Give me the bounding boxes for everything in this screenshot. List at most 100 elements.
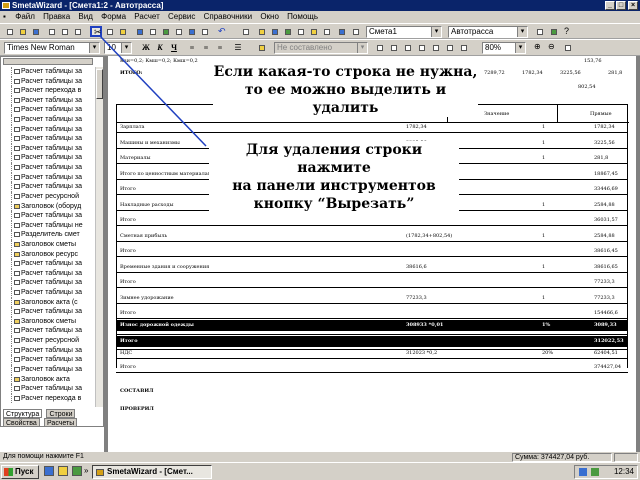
menu-form[interactable]: Форма [98,11,129,23]
align-center-icon[interactable]: ≡ [200,42,212,53]
maximize-button[interactable]: □ [616,1,626,10]
tree-item[interactable]: Заголовок сметы [3,239,95,250]
settings-icon[interactable] [321,26,333,37]
tree-item[interactable]: Расчет таблицы за [3,384,95,394]
new-icon[interactable] [4,26,16,37]
tree-item[interactable]: Расчет таблицы за [3,153,95,163]
tree-item[interactable]: Расчет перехода в [3,393,95,404]
export-icon[interactable] [308,26,320,37]
report-icon[interactable] [199,26,211,37]
selected-row[interactable]: Итого 312022,53 [116,335,628,346]
tree-item[interactable]: Расчет таблицы за [3,67,95,77]
tree-item[interactable]: Расчет таблицы за [3,95,95,106]
align-right-icon[interactable]: ≡ [214,42,226,53]
tree-item[interactable]: Расчет таблицы за [3,345,95,356]
chart-icon[interactable] [282,26,294,37]
menu-refs[interactable]: Справочники [201,11,255,23]
line-spacing-icon[interactable]: ☰ [232,42,244,53]
calculator-icon[interactable] [534,26,546,37]
font-select[interactable]: Times New Roman [4,42,100,54]
tree-item[interactable]: Заголовок акта (с [3,297,95,308]
calendar-icon[interactable] [548,26,560,37]
tree-item[interactable]: Заголовок акта [3,374,95,385]
color-icon[interactable] [256,42,268,53]
find-icon[interactable] [72,26,84,37]
tree-item[interactable]: Расчет таблицы за [3,278,95,288]
table-row[interactable]: Итого 77233,3 [116,277,628,287]
print-icon[interactable] [46,26,58,37]
network-icon[interactable] [579,468,587,476]
tree-item[interactable]: Расчет таблицы за [3,364,95,375]
numbering-icon[interactable] [444,42,456,53]
menu-view[interactable]: Вид [75,11,95,23]
save-icon[interactable] [30,26,42,37]
doc-menu-icon[interactable]: ▪ [0,11,10,23]
menu-window[interactable]: Окно [257,11,282,23]
tree-item[interactable]: Расчет таблицы за [3,355,95,365]
page-view-icon[interactable] [562,42,574,53]
tree-item[interactable]: Расчет таблицы за [3,268,95,279]
tree-item[interactable]: Расчет таблицы за [3,134,95,144]
border-icon[interactable] [388,42,400,53]
undo-icon[interactable]: ↶ [216,26,228,37]
refs-icon[interactable] [186,26,198,37]
merge-icon[interactable] [402,42,414,53]
tab-structure[interactable]: Структура [3,409,43,418]
status-select[interactable]: Не составлено [274,42,368,54]
tree-item[interactable]: Расчет таблицы за [3,76,95,87]
table-row[interactable]: Итого 36031,57 [116,215,628,225]
volume-icon[interactable] [591,468,599,476]
table-row[interactable]: Зимнее удорожание 77233,3 1 77233,3 [116,293,628,303]
grid-icon[interactable] [240,26,252,37]
tab-calcs[interactable]: Расчеты [43,418,78,427]
sort-icon[interactable] [458,42,470,53]
copy-icon[interactable] [104,26,116,37]
tree-item[interactable]: Расчет ресурсной [3,191,95,202]
chevron-icon[interactable]: » [84,466,88,475]
delete-row-icon[interactable] [147,26,159,37]
insert-row-icon[interactable] [134,26,146,37]
tree-item[interactable]: Расчет таблицы за [3,172,95,183]
page-setup-icon[interactable] [430,42,442,53]
tree-item[interactable]: Расчет таблицы за [3,124,95,135]
menu-service[interactable]: Сервис [165,11,198,23]
calc-icon[interactable] [173,26,185,37]
menu-calc[interactable]: Расчет [131,11,162,23]
align-left-icon[interactable]: ≡ [186,42,198,53]
tab-properties[interactable]: Свойства [3,418,40,427]
zoom-select[interactable]: 80% [482,42,526,54]
list-icon[interactable] [295,26,307,37]
menu-help[interactable]: Помощь [284,11,321,23]
tree-item[interactable]: Заголовок (оборуд [3,201,95,212]
zoom-in-icon[interactable]: ⊕ [532,42,544,53]
browser-icon[interactable] [44,466,54,476]
tree-item[interactable]: Заголовок ресурс [3,249,95,260]
table-row[interactable]: НДС 312023 *0,2 20% 62404,51 [116,348,628,358]
close-button[interactable]: × [628,1,638,10]
page-icon[interactable] [416,42,428,53]
italic-button[interactable]: К [154,42,166,53]
minimize-button[interactable]: _ [605,1,615,10]
tree-item[interactable]: Заголовок сметы [3,316,95,327]
preview-icon[interactable] [59,26,71,37]
open-icon[interactable] [17,26,29,37]
font-size-select[interactable]: 10 [104,42,132,54]
tree-item[interactable]: Расчет таблицы за [3,288,95,298]
tree-item[interactable]: Расчет таблицы за [3,182,95,192]
table-row[interactable]: Итого 374427,04 [116,362,628,372]
fill-icon[interactable] [374,42,386,53]
tree-item[interactable]: Разделитель смет [3,230,95,240]
info-icon[interactable] [336,26,348,37]
tab-rows[interactable]: Строки [46,409,76,418]
scrollbar-thumb[interactable] [96,69,103,99]
tree-item[interactable]: Расчет таблицы за [3,211,95,221]
tree-item[interactable]: Расчет таблицы за [3,115,95,125]
tree-item[interactable]: Расчет таблицы за [3,105,95,115]
object-icon[interactable] [269,26,281,37]
table-icon[interactable] [160,26,172,37]
quicklaunch-icon[interactable] [72,466,82,476]
document-select[interactable]: Смета1 [366,26,442,38]
tree-item[interactable]: Расчет таблицы за [3,307,95,317]
tree-item[interactable]: Расчет ресурсной [3,336,95,346]
tree-scrollbar[interactable] [95,67,103,407]
